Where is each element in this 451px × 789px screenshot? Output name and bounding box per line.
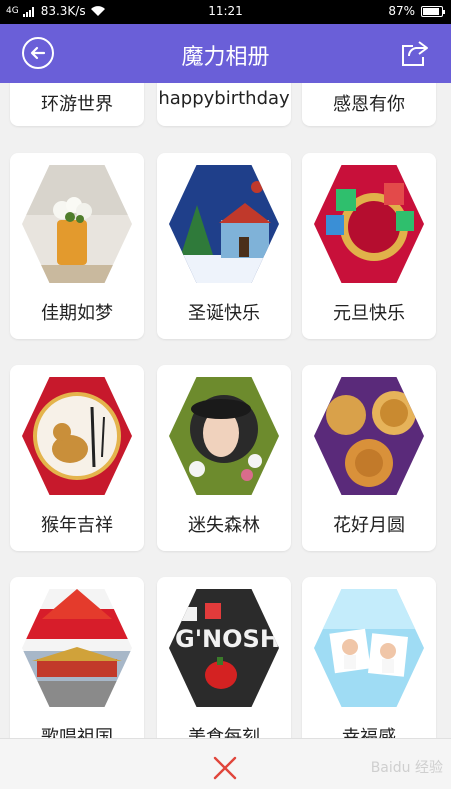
album-thumbnail [22,377,132,495]
battery-percent: 87% [388,4,415,18]
album-label: 圣诞快乐 [188,303,260,324]
close-x-icon [213,756,237,780]
album-thumbnail [169,377,279,495]
album-thumbnail [314,165,424,283]
album-card-newyear[interactable]: 元旦快乐 [302,153,436,339]
album-card-monkey[interactable]: 猴年吉祥 [10,365,144,551]
album-label: 元旦快乐 [333,303,405,324]
album-card-forest[interactable]: 迷失森林 [157,365,291,551]
album-card-moon[interactable]: 花好月圆 [302,365,436,551]
album-thumbnail [314,589,424,707]
close-button[interactable] [210,753,240,783]
header: 魔力相册 [0,24,451,83]
album-label: 佳期如梦 [41,303,113,324]
status-bar: 4G 83.3K/s 11:21 87% [0,0,451,24]
album-grid: 环游世界 happybirthday 感恩有你 佳期如梦 圣诞快乐 元旦快乐 猴… [0,83,451,738]
svg-text:G'NOSH: G'NOSH [175,625,279,653]
album-label: happybirthday [158,88,290,109]
bottom-bar: Baidu 经验 [0,738,451,789]
album-card-christmas[interactable]: 圣诞快乐 [157,153,291,339]
album-label: 花好月圆 [333,515,405,536]
album-thumbnail [22,165,132,283]
album-label: 迷失森林 [188,515,260,536]
album-thumbnail [22,589,132,707]
share-export-icon [402,41,428,66]
status-right: 87% [388,4,445,18]
watermark: Baidu 经验 [370,760,443,776]
album-label: 美食每刻 [188,727,260,738]
album-label: 歌唱祖国 [41,727,113,738]
album-label: 猴年吉祥 [41,515,113,536]
album-thumbnail: G'NOSH [169,589,279,707]
album-thumbnail [314,377,424,495]
album-thumbnail [169,165,279,283]
album-card-gratitude[interactable]: 感恩有你 [302,83,436,126]
album-label: 幸福感 [342,727,396,738]
share-button[interactable] [399,38,429,68]
album-card-happiness[interactable]: 幸福感 [302,577,436,738]
album-card-travel[interactable]: 环游世界 [10,83,144,126]
album-label: 环游世界 [41,94,113,115]
album-card-motherland[interactable]: 歌唱祖国 [10,577,144,738]
album-label: 感恩有你 [333,94,405,115]
album-card-birthday[interactable]: happybirthday [157,83,291,126]
album-card-food[interactable]: G'NOSH 美食每刻 [157,577,291,738]
album-card-dream[interactable]: 佳期如梦 [10,153,144,339]
battery-icon [421,5,445,17]
status-time: 11:21 [208,4,243,18]
page-title: 魔力相册 [181,45,270,70]
